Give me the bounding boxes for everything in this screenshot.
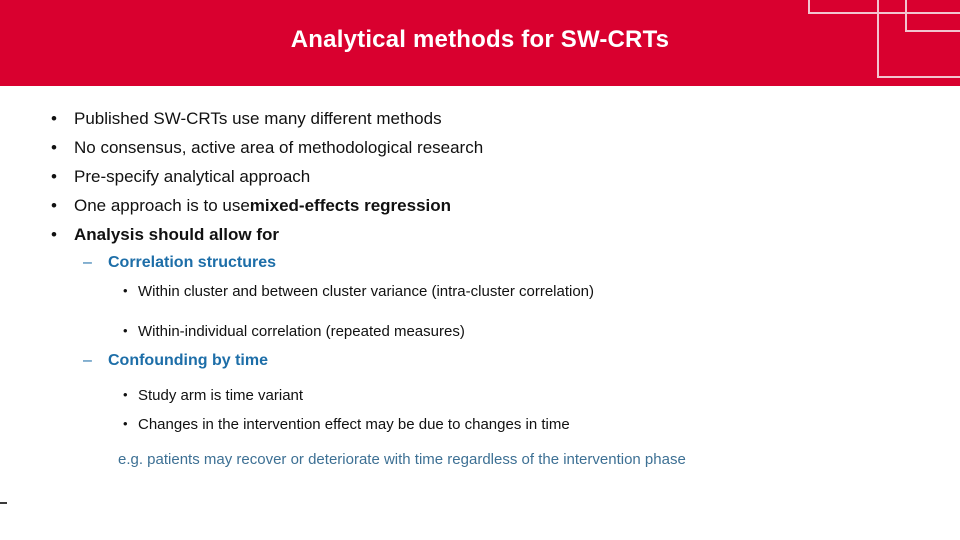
bullet-level3-text: Within cluster and between cluster varia… — [138, 283, 595, 300]
bullet-marker-level1: • — [51, 138, 57, 157]
bullet-level1-item: • No consensus, active area of methodolo… — [51, 139, 483, 156]
bullet-level1-text: Analysis should allow for — [74, 225, 279, 244]
bullet-level1-text-emphasis: mixed-effects regression — [249, 196, 452, 215]
bullet-level3-item: • Changes in the intervention effect may… — [123, 417, 570, 432]
bullet-marker-level2: – — [83, 352, 92, 369]
bullet-level1-item: • Published SW-CRTs use many different m… — [51, 110, 442, 127]
slide: Analytical methods for SW-CRTs • Publish… — [0, 0, 960, 540]
bullet-marker-level2: – — [83, 254, 92, 271]
bullet-level1-text: Pre-specify analytical approach — [74, 167, 311, 186]
bullet-level3-text: Changes in the intervention effect may b… — [138, 416, 570, 433]
slide-body: • Published SW-CRTs use many different m… — [0, 86, 960, 540]
bullet-level3-item: • Within cluster and between cluster var… — [123, 284, 594, 299]
bullet-marker-level1: • — [51, 196, 57, 215]
bullet-level1-text: No consensus, active area of methodologi… — [74, 138, 484, 157]
bullet-marker-level3: • — [123, 323, 128, 338]
bullet-level1-item: • One approach is to use mixed-effects r… — [51, 197, 451, 214]
bullet-level2-text: Confounding by time — [108, 352, 268, 369]
bullet-marker-level3: • — [123, 283, 128, 298]
bullet-level2-text: Correlation structures — [108, 254, 277, 271]
bullet-level2-item-confounding-by-time: – Confounding by time — [83, 353, 268, 369]
bullet-level1-item: • Analysis should allow for — [51, 226, 279, 243]
page-title: Analytical methods for SW-CRTs — [290, 26, 670, 53]
bullet-level3-text: Within-individual correlation (repeated … — [138, 323, 465, 340]
bullet-level3-item: • Study arm is time variant — [123, 388, 303, 403]
corner-artifact-mark — [0, 502, 7, 504]
slide-header-band: Analytical methods for SW-CRTs — [0, 0, 960, 86]
example-note-text: e.g. patients may recover or deteriorate… — [118, 451, 686, 468]
bullet-marker-level1: • — [51, 109, 57, 128]
bullet-marker-level1: • — [51, 167, 57, 186]
bullet-level2-item-correlation-structures: – Correlation structures — [83, 255, 276, 271]
bullet-level1-item: • Pre-specify analytical approach — [51, 168, 310, 185]
bullet-marker-level3: • — [123, 416, 128, 431]
bullet-marker-level3: • — [123, 387, 128, 402]
bullet-level1-text: One approach is to use — [74, 196, 250, 215]
bullet-level3-text: Study arm is time variant — [138, 387, 304, 404]
bullet-level1-text: Published SW-CRTs use many different met… — [74, 109, 442, 128]
bullet-level3-item: • Within-individual correlation (repeate… — [123, 324, 465, 339]
bullet-marker-level1: • — [51, 225, 57, 244]
